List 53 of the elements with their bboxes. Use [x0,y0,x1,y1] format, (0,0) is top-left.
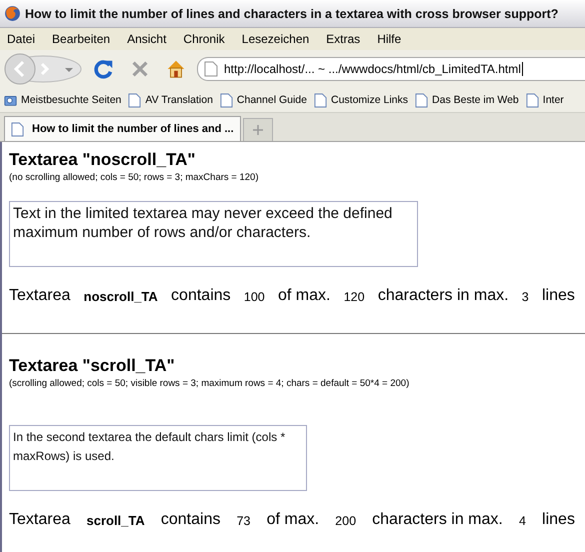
home-icon[interactable] [165,58,187,80]
status-text: 100 [244,289,265,305]
menu-item[interactable]: Datei [0,32,46,46]
status-text: of max. [266,511,320,529]
status-text: lines [542,511,575,529]
status-text: Textarea [9,511,70,529]
reload-icon[interactable] [93,58,115,80]
status-text: characters in max. [378,287,509,305]
status-text: 200 [335,513,356,529]
status-text: Textarea [9,287,70,305]
status-text: 4 [518,513,526,529]
menu-item[interactable]: Ansicht [120,32,176,46]
bookmark-item[interactable]: Inter [526,92,564,108]
section-note: (scrolling allowed; cols = 50; visible rows = 3; maximum rows = 4; chars = default = 50*4 = 200) [9,378,410,389]
bookmark-item[interactable]: Channel Guide [220,92,307,108]
page-icon [11,122,24,136]
menu-item[interactable]: Chronik [176,32,235,46]
browser-tab[interactable]: How to limit the number of lines and ... [4,116,241,141]
status-text: 73 [236,513,250,529]
new-tab-button[interactable] [242,118,273,141]
status-text: 3 [522,289,529,305]
page-icon [526,92,539,108]
page-icon [415,92,428,108]
section-note: (no scrolling allowed; cols = 50; rows = 3; maxChars = 120) [9,172,260,183]
status-text: contains [171,287,231,305]
bookmark-item[interactable]: Meistbesuchte Seiten [4,92,122,108]
menu-item[interactable]: Bearbeiten [45,32,120,46]
page-icon [204,61,218,77]
section-heading: Textarea "scroll_TA" [9,356,176,376]
status-text: lines [542,287,575,305]
status-text: characters in max. [372,511,503,529]
plus-icon [252,125,263,135]
status-text: noscroll_TA [84,288,158,305]
page-icon [314,92,327,108]
window-title: How to limit the number of lines and characters in a textarea with cross browser support? [25,6,558,20]
bookmark-item[interactable]: Customize Links [314,92,408,108]
menu-item[interactable]: Lesezeichen [234,32,320,46]
page-icon [220,92,233,108]
menu-item[interactable]: Hilfe [370,32,412,46]
browser-logo-icon [4,5,21,22]
address-field[interactable]: http://localhost/... ~ .../wwwdocs/html/cb_LimitedTA.html [197,57,585,81]
bookmark-item[interactable]: Das Beste im Web [415,92,519,108]
textarea-field[interactable]: Text in the limited textarea may never exceed the defined maximum number of rows and/or characters. [9,201,418,267]
bookmark-item[interactable]: AV Translation [128,92,213,108]
status-text: contains [160,511,220,529]
page-icon [128,92,142,108]
menu-item[interactable]: Extras [319,32,370,46]
status-text: scroll_TA [86,512,145,529]
textarea-field[interactable]: In the second textarea the default chars limit (cols * maxRows) is used. [9,425,307,491]
section-heading: Textarea "noscroll_TA" [9,150,196,170]
status-text: of max. [278,287,330,305]
status-text: 120 [344,289,365,305]
back-forward-buttons[interactable] [3,53,83,85]
